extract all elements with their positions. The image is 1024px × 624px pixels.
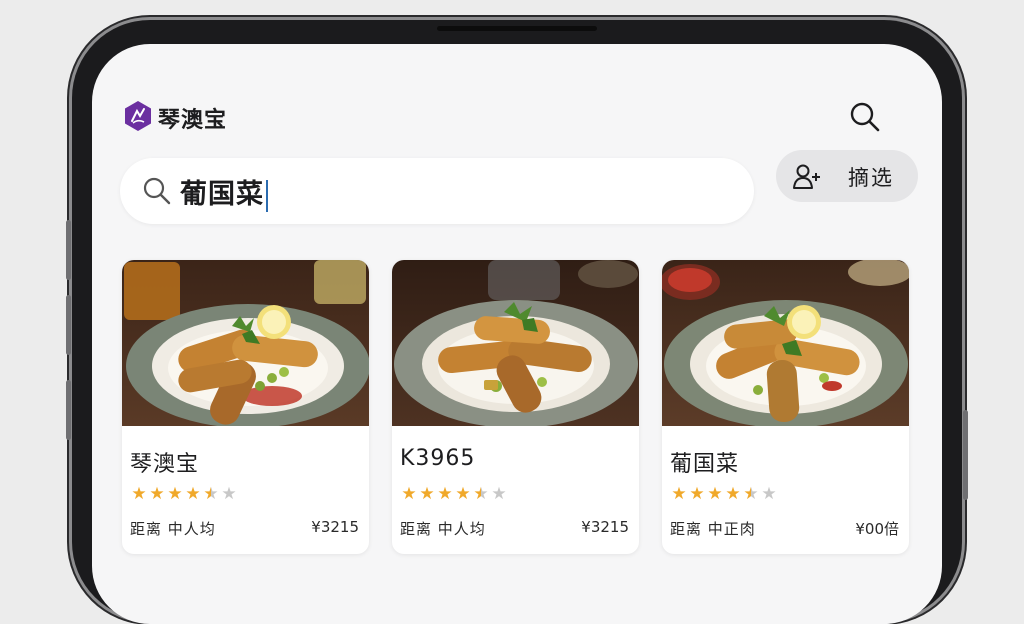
user-add-icon — [793, 164, 820, 189]
star-filled-icon: ★ — [401, 484, 417, 504]
filter-label: 摘选 — [848, 166, 894, 190]
star-filled-icon: ★ — [689, 484, 705, 504]
star-filled-icon: ★ — [455, 484, 471, 504]
search-query-value: 葡国菜 — [180, 179, 264, 210]
filter-button[interactable]: 摘选 — [776, 150, 918, 202]
search-icon[interactable] — [848, 100, 882, 134]
power-button — [963, 410, 968, 500]
restaurant-name: K3965 — [400, 446, 476, 471]
star-filled-icon: ★ — [419, 484, 435, 504]
dish-photo — [662, 260, 909, 426]
star-filled-icon: ★ — [671, 484, 687, 504]
star-half-icon: ★ — [203, 484, 219, 504]
speaker-grille — [437, 26, 597, 31]
star-half-icon: ★ — [743, 484, 759, 504]
search-query-text[interactable]: 葡国菜 — [180, 172, 268, 212]
restaurant-name: 葡国菜 — [670, 452, 740, 477]
rating-stars: ★ ★ ★ ★ ★ ★ — [400, 484, 520, 504]
rating-stars: ★ ★ ★ ★ ★ ★ — [670, 484, 790, 504]
search-icon — [143, 177, 171, 205]
search-input[interactable]: 葡国菜 — [120, 158, 754, 224]
dish-photo — [122, 260, 369, 426]
star-filled-icon: ★ — [185, 484, 201, 504]
app-screen: 琴澳宝 葡国菜 摘选 琴澳宝 ★ ★ ★ ★ ★ ★ 距离 中人均 ¥3215 … — [92, 44, 942, 624]
restaurant-list: 琴澳宝 ★ ★ ★ ★ ★ ★ 距离 中人均 ¥3215 K3965 ★ ★ ★… — [122, 260, 922, 560]
restaurant-card[interactable]: 琴澳宝 ★ ★ ★ ★ ★ ★ 距离 中人均 ¥3215 — [122, 260, 369, 554]
restaurant-meta: 距离 中正肉 — [670, 520, 756, 538]
volume-button — [66, 380, 71, 440]
phone-frame: 琴澳宝 葡国菜 摘选 琴澳宝 ★ ★ ★ ★ ★ ★ 距离 中人均 ¥3215 … — [66, 20, 968, 624]
star-filled-icon: ★ — [437, 484, 453, 504]
volume-up-button — [66, 220, 71, 280]
star-filled-icon: ★ — [725, 484, 741, 504]
restaurant-name: 琴澳宝 — [130, 452, 200, 477]
text-caret — [266, 179, 268, 212]
star-filled-icon: ★ — [707, 484, 723, 504]
rating-stars: ★ ★ ★ ★ ★ ★ — [130, 484, 250, 504]
restaurant-card[interactable]: 葡国菜 ★ ★ ★ ★ ★ ★ 距离 中正肉 ¥00倍 — [662, 260, 909, 554]
restaurant-card[interactable]: K3965 ★ ★ ★ ★ ★ ★ 距离 中人均 ¥3215 — [392, 260, 639, 554]
dish-photo — [392, 260, 639, 426]
star-empty-icon: ★ — [491, 484, 507, 504]
restaurant-meta: 距离 中人均 — [130, 520, 216, 538]
restaurant-meta: 距离 中人均 — [400, 520, 486, 538]
star-empty-icon: ★ — [761, 484, 777, 504]
restaurant-price: ¥3215 — [581, 518, 629, 536]
star-empty-icon: ★ — [221, 484, 237, 504]
app-header: 琴澳宝 — [124, 100, 904, 136]
star-half-icon: ★ — [473, 484, 489, 504]
star-filled-icon: ★ — [149, 484, 165, 504]
volume-down-button — [66, 295, 71, 355]
restaurant-price: ¥3215 — [311, 518, 359, 536]
restaurant-price: ¥00倍 — [855, 520, 899, 538]
app-name: 琴澳宝 — [158, 108, 228, 133]
app-logo-icon — [125, 101, 151, 131]
star-filled-icon: ★ — [167, 484, 183, 504]
star-filled-icon: ★ — [131, 484, 147, 504]
